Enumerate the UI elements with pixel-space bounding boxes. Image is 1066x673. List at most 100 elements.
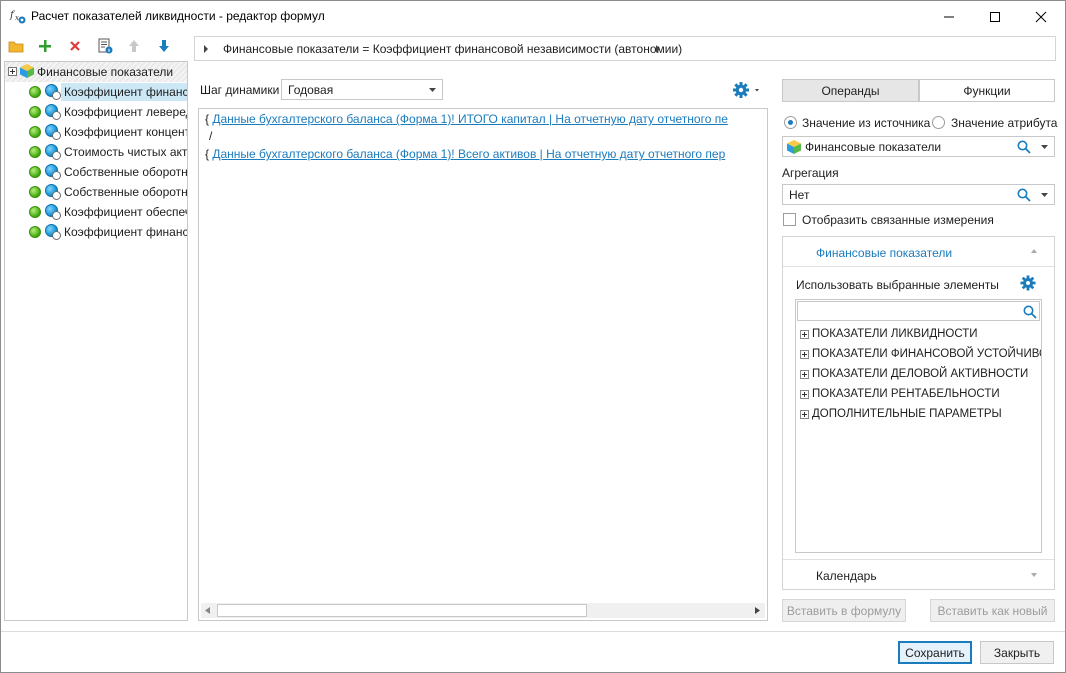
list-item[interactable]: ПОКАЗАТЕЛИ ДЕЛОВОЙ АКТИВНОСТИ <box>800 368 1041 388</box>
elements-search-input[interactable] <box>797 301 1040 321</box>
status-ok-icon <box>29 206 41 218</box>
arrow-down-icon <box>159 40 169 52</box>
chevron-down-icon <box>1031 573 1037 577</box>
maximize-button[interactable] <box>972 1 1018 33</box>
search-icon[interactable] <box>1017 140 1031 154</box>
close-button[interactable]: Закрыть <box>980 641 1054 664</box>
tree-item[interactable]: Стоимость чистых акти <box>5 142 187 162</box>
operand-link-assets[interactable]: Данные бухгалтерского баланса (Форма 1)!… <box>212 147 725 161</box>
insert-as-new-button[interactable]: Вставить как новый <box>930 599 1055 622</box>
calendar-section-header[interactable]: Календарь <box>783 559 1054 589</box>
list-item-label: ПОКАЗАТЕЛИ РЕНТАБЕЛЬНОСТИ <box>812 388 1000 400</box>
indicators-tree[interactable]: Финансовые показатели Коэффициент финанс… <box>4 61 188 621</box>
insert-into-formula-button[interactable]: Вставить в формулу <box>782 599 906 622</box>
chevron-down-icon <box>429 88 436 92</box>
list-item[interactable]: ПОКАЗАТЕЛИ ФИНАНСОВОЙ УСТОЙЧИВОСТИ <box>800 348 1041 368</box>
status-ok-icon <box>29 106 41 118</box>
elements-list[interactable]: ПОКАЗАТЕЛИ ЛИКВИДНОСТИ ПОКАЗАТЕЛИ ФИНАНС… <box>795 299 1042 553</box>
gear-icon <box>1020 275 1036 291</box>
link-icon <box>52 131 61 140</box>
formula-operator: / <box>209 129 213 143</box>
show-linked-label[interactable]: Отобразить связанные измерения <box>802 213 994 227</box>
tree-item[interactable]: Коэффициент левередж <box>5 102 187 122</box>
status-ok-icon <box>29 126 41 138</box>
properties-icon <box>98 38 113 54</box>
tree-item-label: Коэффициент финансов <box>64 225 187 239</box>
formula-editor[interactable]: { Данные бухгалтерского баланса (Форма 1… <box>198 108 768 621</box>
list-item-label: ПОКАЗАТЕЛИ ДЕЛОВОЙ АКТИВНОСТИ <box>812 368 1029 380</box>
step-value: Годовая <box>288 83 334 97</box>
link-icon <box>52 91 61 100</box>
tab-functions[interactable]: Функции <box>919 79 1055 102</box>
operand-link-capital[interactable]: Данные бухгалтерского баланса (Форма 1)!… <box>212 112 728 126</box>
expand-icon[interactable] <box>800 350 809 359</box>
minimize-icon <box>944 16 954 18</box>
tree-item[interactable]: Коэффициент концентр <box>5 122 187 142</box>
search-icon[interactable] <box>1023 305 1037 319</box>
tree-item[interactable]: Коэффициент обеспечен <box>5 202 187 222</box>
expand-icon[interactable] <box>800 390 809 399</box>
save-button[interactable]: Сохранить <box>898 641 972 664</box>
step-label: Шаг динамики <box>200 83 280 97</box>
scroll-thumb[interactable] <box>217 604 587 617</box>
radio-source-label[interactable]: Значение из источника <box>802 116 930 130</box>
close-window-button[interactable] <box>1018 1 1064 33</box>
move-up-button[interactable] <box>123 35 145 57</box>
panel-header-label: Финансовые показатели <box>816 246 953 260</box>
chevron-down-icon[interactable] <box>1041 145 1048 150</box>
link-icon <box>52 111 61 120</box>
source-select[interactable]: Финансовые показатели <box>782 136 1055 157</box>
tab-operands[interactable]: Операнды <box>782 79 919 102</box>
panel-header[interactable]: Финансовые показатели <box>783 237 1054 267</box>
breadcrumb-text[interactable]: Финансовые показатели = Коэффициент фина… <box>223 42 682 56</box>
list-item[interactable]: ПОКАЗАТЕЛИ РЕНТАБЕЛЬНОСТИ <box>800 388 1041 408</box>
list-item-label: ПОКАЗАТЕЛИ ЛИКВИДНОСТИ <box>812 328 978 340</box>
properties-button[interactable] <box>94 35 116 57</box>
expand-icon[interactable] <box>800 410 809 419</box>
tree-item-label: Собственные оборотны <box>64 185 187 199</box>
tree-item-label: Собственные оборотны <box>64 165 187 179</box>
aggregation-label: Агрегация <box>782 166 839 180</box>
horizontal-scrollbar[interactable] <box>201 603 765 618</box>
open-folder-button[interactable] <box>5 35 27 57</box>
chevron-right-icon[interactable] <box>203 45 209 53</box>
panel-settings-button[interactable] <box>1020 275 1036 291</box>
radio-attribute-value[interactable] <box>932 116 945 129</box>
tree-item-label: Коэффициент обеспечен <box>64 205 187 219</box>
delete-button[interactable] <box>64 35 86 57</box>
chevron-right-icon[interactable] <box>655 45 661 53</box>
status-ok-icon <box>29 86 41 98</box>
formula-line-3: { Данные бухгалтерского баланса (Форма 1… <box>205 147 725 161</box>
use-selected-label: Использовать выбранные элементы <box>796 278 999 292</box>
chevron-down-icon[interactable] <box>1041 193 1048 198</box>
collapse-icon[interactable] <box>8 67 17 76</box>
scroll-left-icon[interactable] <box>205 607 210 614</box>
scroll-right-icon[interactable] <box>755 607 760 614</box>
settings-menu-button[interactable] <box>732 81 762 99</box>
aggregation-select[interactable]: Нет <box>782 184 1055 205</box>
list-item[interactable]: ПОКАЗАТЕЛИ ЛИКВИДНОСТИ <box>800 328 1041 348</box>
tree-item[interactable]: Собственные оборотны <box>5 182 187 202</box>
tree-item-label: Коэффициент финансов <box>61 83 187 101</box>
expand-icon[interactable] <box>800 330 809 339</box>
move-down-button[interactable] <box>153 35 175 57</box>
search-icon[interactable] <box>1017 188 1031 202</box>
footer-divider <box>1 631 1065 632</box>
tree-root-row[interactable]: Финансовые показатели <box>5 62 187 82</box>
maximize-icon <box>990 12 1000 22</box>
tree-item[interactable]: Коэффициент финансов <box>5 222 187 242</box>
minimize-button[interactable] <box>926 1 972 33</box>
tree-item[interactable]: Собственные оборотны <box>5 162 187 182</box>
delete-x-icon <box>70 41 80 51</box>
list-item-label: ПОКАЗАТЕЛИ ФИНАНСОВОЙ УСТОЙЧИВОСТИ <box>812 348 1041 360</box>
cube-icon <box>20 64 34 78</box>
link-icon <box>52 211 61 220</box>
radio-source-value[interactable] <box>784 116 797 129</box>
list-item[interactable]: ДОПОЛНИТЕЛЬНЫЕ ПАРАМЕТРЫ <box>800 408 1041 428</box>
show-linked-checkbox[interactable] <box>783 213 796 226</box>
add-button[interactable] <box>34 35 56 57</box>
expand-icon[interactable] <box>800 370 809 379</box>
radio-attribute-label[interactable]: Значение атрибута <box>951 116 1057 130</box>
tree-item[interactable]: Коэффициент финансов <box>5 82 187 102</box>
step-select[interactable]: Годовая <box>281 79 443 100</box>
